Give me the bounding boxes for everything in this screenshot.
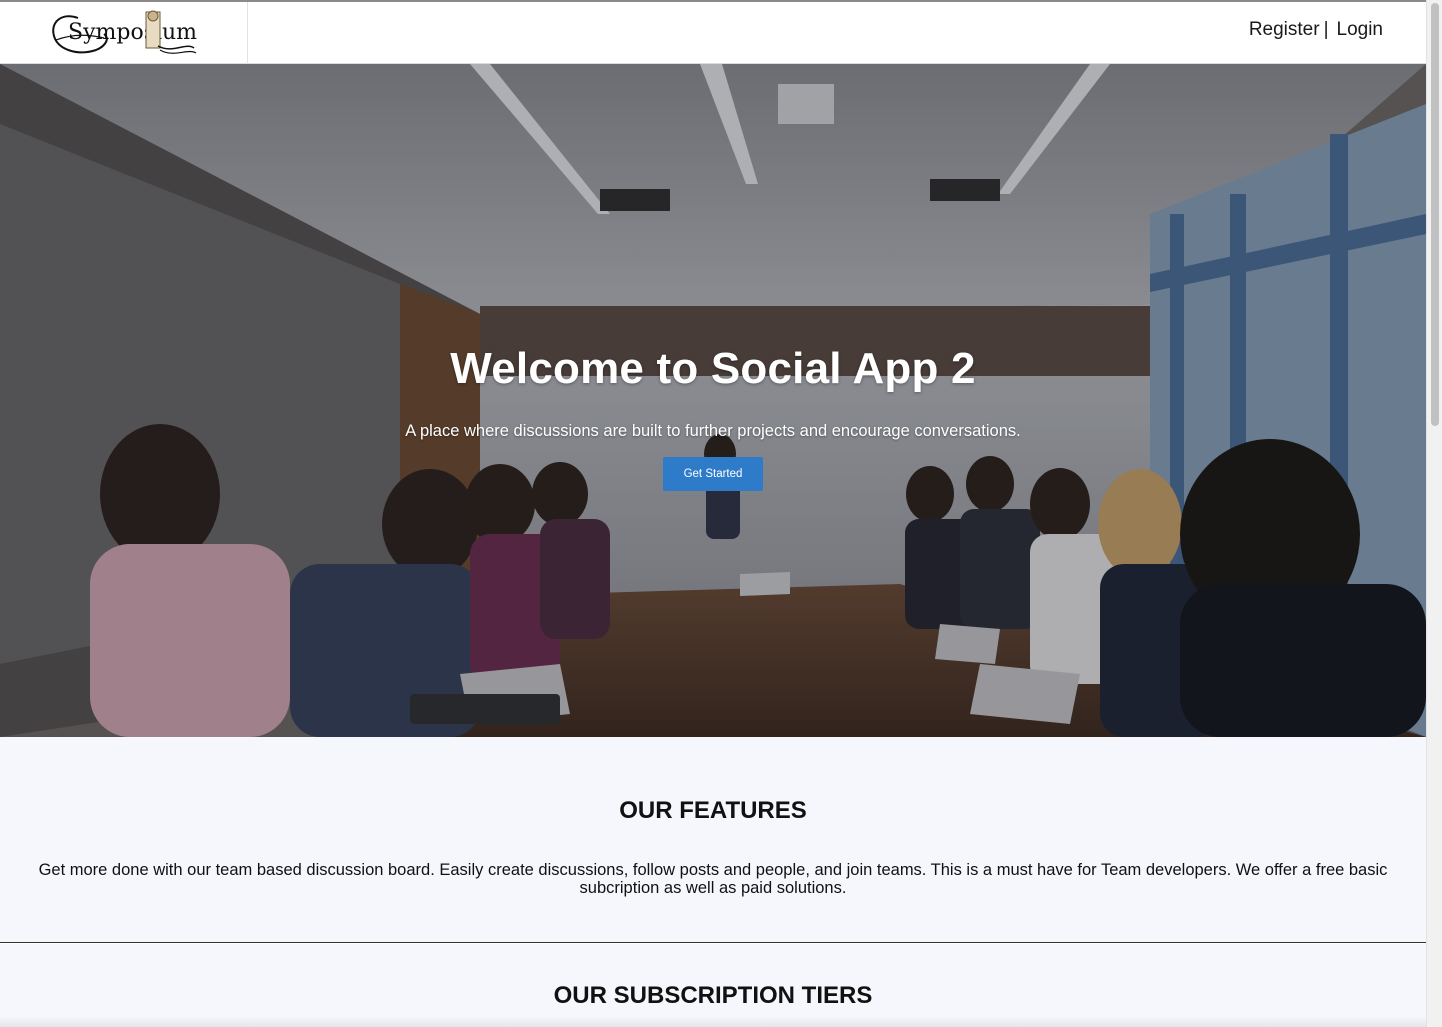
auth-nav: Register | Login bbox=[1249, 19, 1383, 41]
hero-subtitle: A place where discussions are built to f… bbox=[405, 422, 1021, 440]
logo-text: Symposium bbox=[68, 20, 197, 45]
tiers-heading: OUR SUBSCRIPTION TIERS bbox=[553, 982, 873, 1009]
page: Symposium Register | Login Welcome to So… bbox=[0, 0, 1442, 1027]
vertical-scrollbar[interactable] bbox=[1426, 0, 1442, 1027]
hero-section: Welcome to Social App 2 A place where di… bbox=[0, 64, 1426, 737]
scrollbar-thumb[interactable] bbox=[1431, 3, 1439, 426]
nav-separator: | bbox=[1323, 19, 1329, 40]
login-link[interactable]: Login bbox=[1337, 19, 1384, 41]
features-description: Get more done with our team based discus… bbox=[38, 861, 1388, 897]
features-section: OUR FEATURES Get more done with our team… bbox=[0, 737, 1426, 943]
subscription-tiers-section: OUR SUBSCRIPTION TIERS bbox=[0, 944, 1426, 1027]
get-started-button[interactable]: Get Started bbox=[663, 457, 763, 491]
hero-content: Welcome to Social App 2 A place where di… bbox=[0, 344, 1426, 491]
bottom-fade bbox=[0, 1017, 1426, 1027]
features-heading: OUR FEATURES bbox=[619, 797, 807, 824]
register-link[interactable]: Register bbox=[1249, 19, 1320, 41]
hero-title: Welcome to Social App 2 bbox=[450, 344, 976, 393]
logo[interactable]: Symposium bbox=[0, 2, 248, 64]
navbar: Symposium Register | Login bbox=[0, 2, 1426, 64]
symposium-logo-icon: Symposium bbox=[52, 10, 197, 54]
